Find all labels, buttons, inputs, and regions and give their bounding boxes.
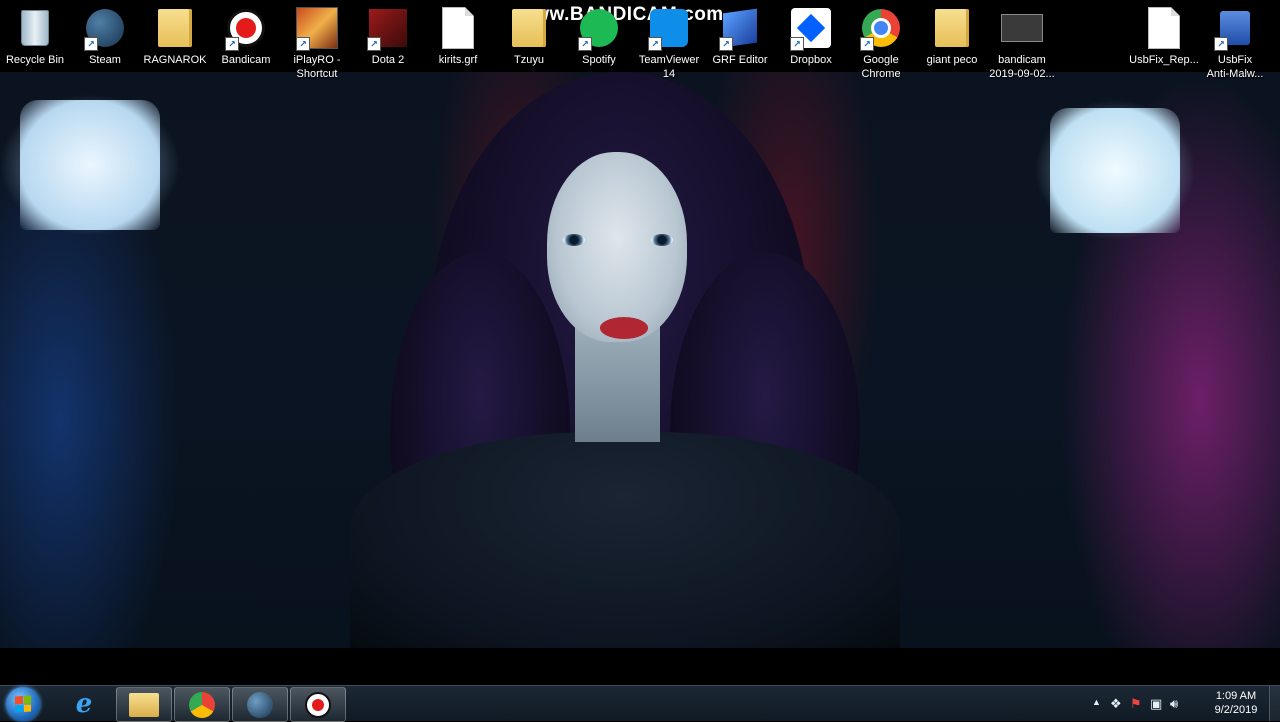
taskbar-file-explorer-button[interactable] xyxy=(116,687,172,722)
desktop-icon-tzuyu[interactable]: Tzuyu xyxy=(492,5,566,67)
desktop-icon-giant-peco[interactable]: giant peco xyxy=(915,5,989,67)
folder-icon xyxy=(129,692,159,717)
wallpaper-portrait xyxy=(330,72,920,648)
folder-icon xyxy=(931,5,973,51)
action-center-icon[interactable]: ⚑ xyxy=(1130,696,1142,712)
steam-icon: ↗ xyxy=(84,5,126,51)
desktop-icon-ragnarok[interactable]: RAGNAROK xyxy=(138,5,212,67)
grf-editor-icon: ↗ xyxy=(719,5,761,51)
desktop-icon-google-chrome[interactable]: ↗ Google Chrome xyxy=(844,5,918,81)
taskbar-ie-button[interactable]: e xyxy=(57,687,111,720)
taskbar-steam-button[interactable] xyxy=(232,687,288,722)
chrome-icon: ↗ xyxy=(860,5,902,51)
dota2-icon: ↗ xyxy=(367,5,409,51)
desktop-icon-kirits-grf[interactable]: kirits.grf xyxy=(421,5,495,67)
clock-time: 1:09 AM xyxy=(1215,690,1257,702)
bandicam-icon: ↗ xyxy=(225,5,267,51)
start-button[interactable] xyxy=(6,687,40,721)
text-file-icon xyxy=(1143,5,1185,51)
desktop-icon-spotify[interactable]: ↗ Spotify xyxy=(562,5,636,67)
wallpaper-lamp-left xyxy=(20,100,160,230)
spotify-icon: ↗ xyxy=(578,5,620,51)
dropbox-icon: ↗ xyxy=(790,5,832,51)
desktop-icon-teamviewer[interactable]: ↗ TeamViewer 14 xyxy=(632,5,706,81)
desktop-icon-bandicam[interactable]: ↗ Bandicam xyxy=(209,5,283,67)
taskbar-bandicam-button[interactable] xyxy=(290,687,346,722)
chrome-icon xyxy=(189,691,215,718)
ie-icon: e xyxy=(75,688,93,719)
file-icon xyxy=(437,5,479,51)
desktop-icon-usbfix-report[interactable]: UsbFix_Rep... xyxy=(1127,5,1201,67)
desktop-icon-dropbox[interactable]: ↗ Dropbox xyxy=(774,5,848,67)
bandicam-icon xyxy=(305,691,331,718)
volume-icon[interactable]: 🔊︎ xyxy=(1170,696,1178,712)
desktop-icon-usbfix[interactable]: ↗ UsbFix Anti-Malw... xyxy=(1198,5,1272,81)
desktop-wallpaper: www.BANDICAM.com Recycle Bin ↗ Steam RAG… xyxy=(0,0,1280,685)
desktop-icon-recycle-bin[interactable]: Recycle Bin xyxy=(0,5,72,67)
recycle-bin-icon xyxy=(14,5,56,51)
desktop-icon-iplayro[interactable]: ↗ iPlayRO - Shortcut xyxy=(280,5,354,81)
wallpaper-letterbox-bottom xyxy=(0,648,1280,685)
desktop-icon-steam[interactable]: ↗ Steam xyxy=(68,5,142,67)
video-file-icon xyxy=(1001,5,1043,51)
steam-icon xyxy=(247,691,273,718)
show-hidden-icons-button[interactable]: ▲ xyxy=(1092,697,1101,707)
taskbar: e ▲ ❖ ⚑ ▣ 🔊︎ 1:09 AM 9/2/2019 xyxy=(0,685,1280,722)
network-icon[interactable]: ▣ xyxy=(1150,696,1162,712)
wallpaper-lamp-right xyxy=(1050,108,1180,233)
system-tray: ▲ ❖ ⚑ ▣ 🔊︎ 1:09 AM 9/2/2019 xyxy=(1090,686,1280,721)
teamviewer-icon: ↗ xyxy=(648,5,690,51)
desktop-icon-grf-editor[interactable]: ↗ GRF Editor xyxy=(703,5,777,67)
iplayro-icon: ↗ xyxy=(296,5,338,51)
folder-icon xyxy=(508,5,550,51)
taskbar-clock[interactable]: 1:09 AM 9/2/2019 xyxy=(1206,689,1266,717)
dropbox-tray-icon[interactable]: ❖ xyxy=(1110,696,1122,712)
taskbar-chrome-button[interactable] xyxy=(174,687,230,722)
desktop-icon-bandicam-video[interactable]: bandicam 2019-09-02... xyxy=(985,5,1059,81)
folder-icon xyxy=(154,5,196,51)
windows-logo-icon xyxy=(15,695,31,713)
clock-date: 9/2/2019 xyxy=(1214,704,1258,716)
desktop-icon-dota2[interactable]: ↗ Dota 2 xyxy=(351,5,425,67)
usbfix-icon: ↗ xyxy=(1214,5,1256,51)
show-desktop-button[interactable] xyxy=(1269,686,1280,721)
